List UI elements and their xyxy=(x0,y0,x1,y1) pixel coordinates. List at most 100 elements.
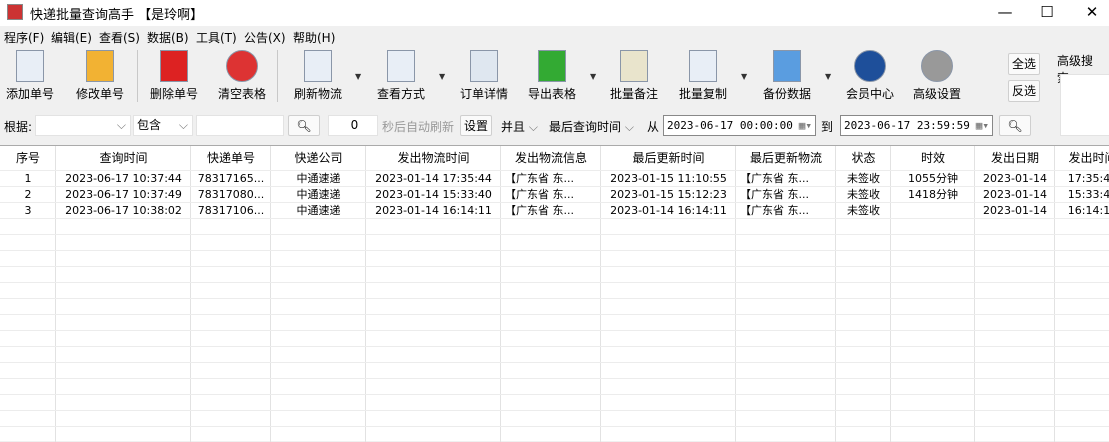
operator-select[interactable]: 包含 ⌵ xyxy=(133,115,193,136)
date-search-button[interactable]: 🔍︎ xyxy=(999,115,1031,136)
column-header[interactable]: 发出日期 xyxy=(975,146,1055,170)
toolbar-button-11[interactable]: 会员中心 xyxy=(837,50,903,102)
minimize-button[interactable]: — xyxy=(990,2,1020,22)
toolbar-label: 查看方式 xyxy=(376,87,425,101)
table-cell[interactable]: 【广东省 东... xyxy=(740,187,836,203)
keyword-input[interactable] xyxy=(196,115,284,136)
table-cell[interactable]: 中通速递 xyxy=(271,187,366,203)
checklist-icon xyxy=(387,50,415,82)
toolbar-label: 高级设置 xyxy=(912,87,961,101)
table-cell[interactable]: 未签收 xyxy=(836,187,891,203)
toolbar-button-9[interactable]: 批量复制 xyxy=(670,50,736,102)
menu-item[interactable]: 数据(B) xyxy=(147,29,189,46)
refresh-seconds-input[interactable]: 0 xyxy=(328,115,378,136)
row-divider xyxy=(0,362,1109,363)
advanced-search-input[interactable] xyxy=(1060,74,1109,136)
operator-value: 包含 xyxy=(137,118,162,132)
table-cell[interactable]: 中通速递 xyxy=(271,203,366,219)
table-cell[interactable]: 【广东省 东... xyxy=(505,187,601,203)
toolbar-button-7[interactable]: 导出表格 xyxy=(519,50,585,102)
toolbar-button-10[interactable]: 备份数据 xyxy=(754,50,820,102)
results-table[interactable]: 序号 查询时间 快递单号 快递公司 发出物流时间 发出物流信息 最后更新时间 最后更新物流 状态… xyxy=(0,145,1109,442)
dropdown-arrow-icon[interactable]: ▼ xyxy=(439,72,445,81)
column-header[interactable]: 快递公司 xyxy=(271,146,366,170)
menu-item[interactable]: 编辑(E) xyxy=(51,29,92,46)
toolbar-button-5[interactable]: 查看方式 xyxy=(368,50,434,102)
close-button[interactable]: ✕ xyxy=(1077,2,1107,22)
table-cell[interactable]: 78317106... xyxy=(191,203,271,219)
table-cell[interactable]: 未签收 xyxy=(836,171,891,187)
table-cell[interactable]: 2023-01-14 xyxy=(975,171,1055,187)
column-header[interactable]: 发出物流时间 xyxy=(366,146,501,170)
table-cell[interactable]: 15:33:40 xyxy=(1055,187,1109,203)
table-cell[interactable]: 1418分钟 xyxy=(891,187,975,203)
table-cell[interactable]: 2023-01-14 15:33:40 xyxy=(366,187,501,203)
toolbar-button-3[interactable]: 清空表格 xyxy=(209,50,275,102)
menu-item[interactable]: 程序(F) xyxy=(4,29,44,46)
to-date-picker[interactable]: 2023-06-17 23:59:59 ▦▾ xyxy=(840,115,993,136)
table-cell[interactable]: 中通速递 xyxy=(271,171,366,187)
table-cell[interactable]: 【广东省 东... xyxy=(505,171,601,187)
table-cell[interactable]: 16:14:11 xyxy=(1055,203,1109,219)
menu-item[interactable]: 查看(S) xyxy=(99,29,140,46)
column-header[interactable]: 最后更新物流 xyxy=(736,146,836,170)
dropdown-arrow-icon[interactable]: ▼ xyxy=(825,72,831,81)
from-date-value: 2023-06-17 00:00:00 xyxy=(667,119,793,132)
select-all-button[interactable]: 全选 xyxy=(1008,53,1040,75)
column-header[interactable]: 发出时间 xyxy=(1055,146,1109,170)
table-cell[interactable]: 17:35:44 xyxy=(1055,171,1109,187)
toolbar-button-0[interactable]: 添加单号 xyxy=(0,50,63,102)
table-cell[interactable]: 78317080... xyxy=(191,187,271,203)
table-cell[interactable]: 2023-06-17 10:38:02 xyxy=(56,203,191,219)
table-cell[interactable]: 未签收 xyxy=(836,203,891,219)
column-header[interactable]: 最后更新时间 xyxy=(601,146,736,170)
basis-select[interactable]: ⌵ xyxy=(35,115,131,136)
table-cell[interactable]: 2023-01-14 xyxy=(975,187,1055,203)
column-header[interactable]: 发出物流信息 xyxy=(501,146,601,170)
toolbar-button-8[interactable]: 批量备注 xyxy=(601,50,667,102)
menu-item[interactable]: 公告(X) xyxy=(244,29,286,46)
maximize-button[interactable]: ☐ xyxy=(1032,2,1062,22)
table-cell[interactable]: 2023-01-14 xyxy=(975,203,1055,219)
table-cell[interactable]: 1055分钟 xyxy=(891,171,975,187)
column-header[interactable]: 状态 xyxy=(836,146,891,170)
column-header[interactable]: 时效 xyxy=(891,146,975,170)
set-refresh-button[interactable]: 设置 xyxy=(460,115,492,136)
table-cell[interactable]: 2023-01-14 16:14:11 xyxy=(366,203,501,219)
dropdown-arrow-icon[interactable]: ▼ xyxy=(355,72,361,81)
toolbar-button-12[interactable]: 高级设置 xyxy=(904,50,970,102)
column-header[interactable]: 查询时间 xyxy=(56,146,191,170)
row-divider xyxy=(0,282,1109,283)
invert-selection-button[interactable]: 反选 xyxy=(1008,80,1040,102)
table-cell[interactable] xyxy=(891,203,975,219)
dropdown-arrow-icon[interactable]: ▼ xyxy=(741,72,747,81)
menu-item[interactable]: 工具(T) xyxy=(196,29,237,46)
table-cell[interactable]: 2023-01-15 11:10:55 xyxy=(601,171,736,187)
column-header[interactable]: 快递单号 xyxy=(191,146,271,170)
column-header[interactable]: 序号 xyxy=(0,146,56,170)
toolbar-button-2[interactable]: 删除单号 xyxy=(141,50,207,102)
table-cell[interactable]: 【广东省 东... xyxy=(505,203,601,219)
toolbar-button-6[interactable]: 订单详情 xyxy=(451,50,517,102)
logic-select[interactable]: 并且 ⌵ xyxy=(501,118,538,135)
table-cell[interactable]: 78317165... xyxy=(191,171,271,187)
menu-item[interactable]: 帮助(H) xyxy=(293,29,335,46)
dropdown-arrow-icon[interactable]: ▼ xyxy=(590,72,596,81)
from-date-picker[interactable]: 2023-06-17 00:00:00 ▦▾ xyxy=(663,115,816,136)
toolbar-button-1[interactable]: 修改单号 xyxy=(67,50,133,102)
table-cell[interactable]: 【广东省 东... xyxy=(740,171,836,187)
table-cell[interactable]: 2023-01-14 16:14:11 xyxy=(601,203,736,219)
search-button[interactable]: 🔍︎ xyxy=(288,115,320,136)
table-cell[interactable]: 2023-01-15 15:12:23 xyxy=(601,187,736,203)
time-field-select[interactable]: 最后查询时间 ⌵ xyxy=(549,118,634,135)
table-cell[interactable]: 2023-01-14 17:35:44 xyxy=(366,171,501,187)
toolbar-label: 批量备注 xyxy=(609,87,658,101)
toolbar-button-4[interactable]: 刷新物流 xyxy=(285,50,351,102)
table-cell[interactable]: 3 xyxy=(0,203,56,219)
table-cell[interactable]: 1 xyxy=(0,171,56,187)
table-cell[interactable]: 【广东省 东... xyxy=(740,203,836,219)
table-cell[interactable]: 2023-06-17 10:37:49 xyxy=(56,187,191,203)
table-cell[interactable]: 2 xyxy=(0,187,56,203)
table-cell[interactable]: 2023-06-17 10:37:44 xyxy=(56,171,191,187)
clear-red-x-icon xyxy=(226,50,258,82)
